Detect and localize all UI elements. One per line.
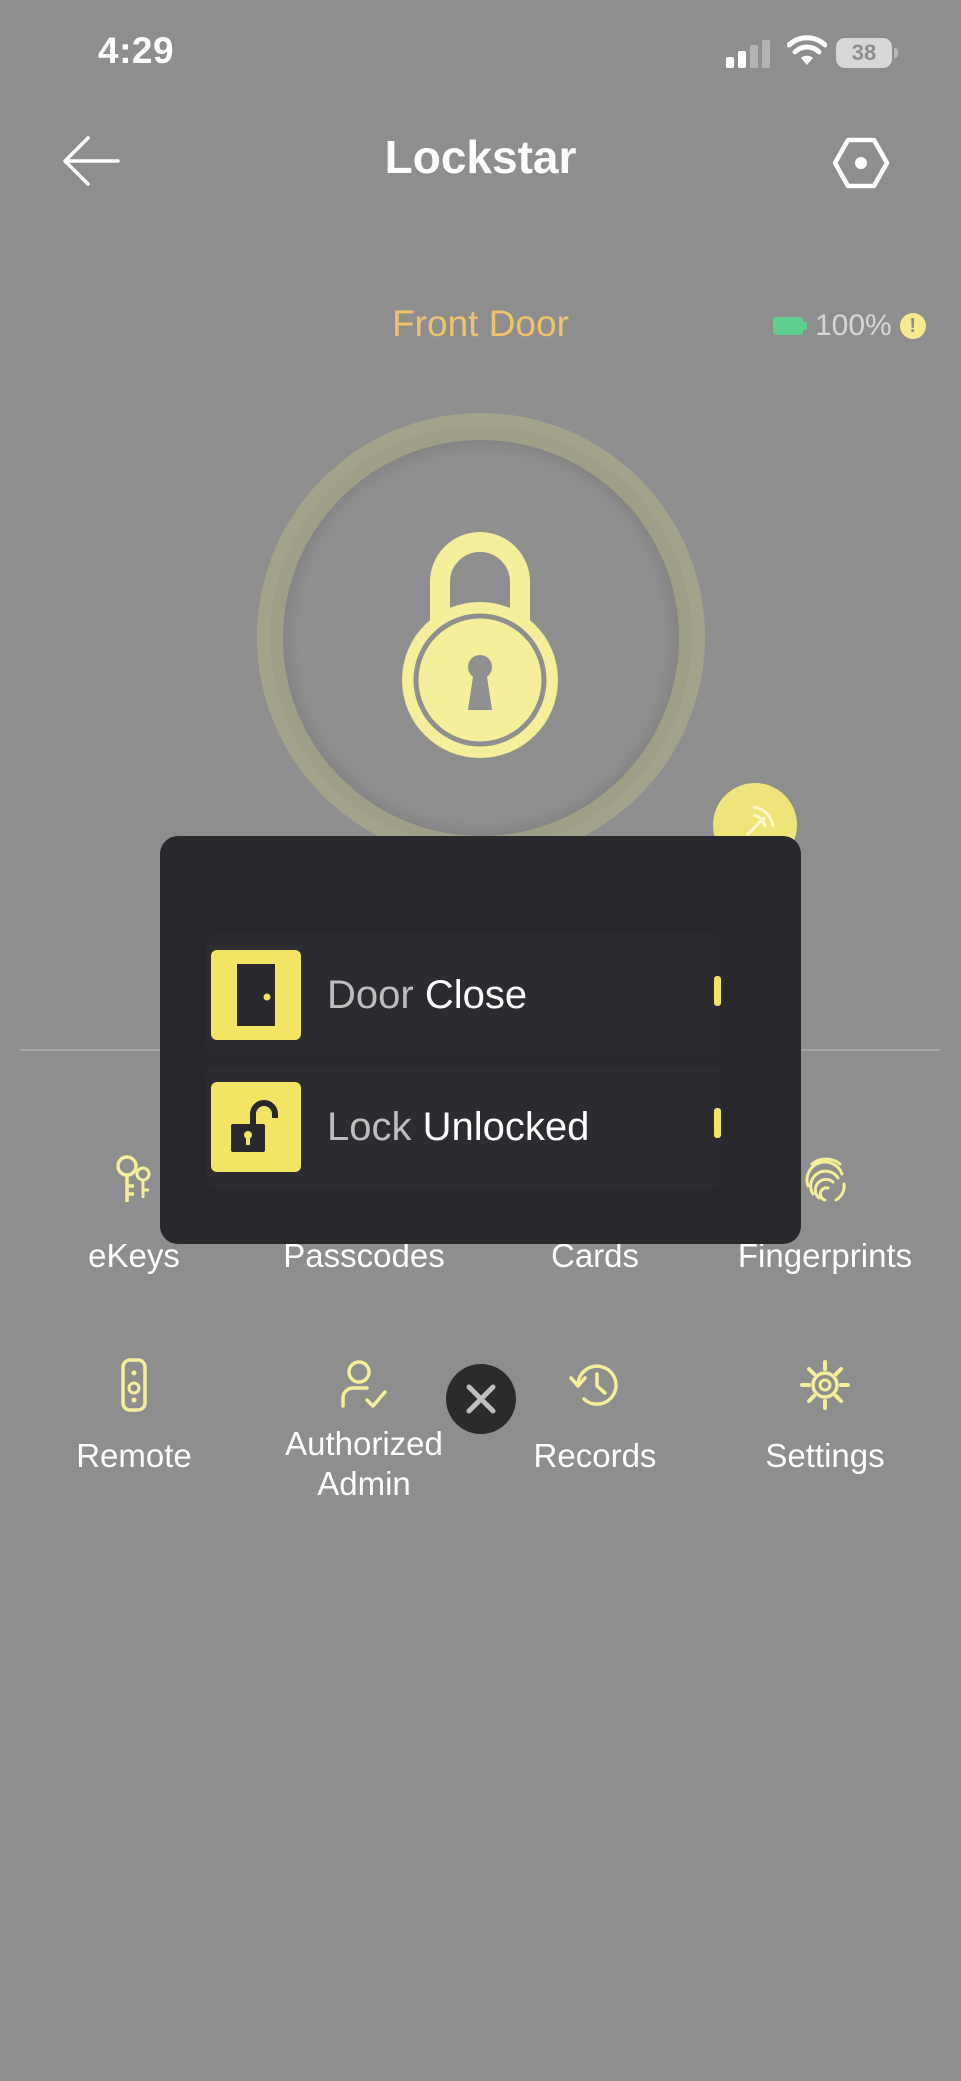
- battery-level: 38: [836, 38, 892, 68]
- menu-remote[interactable]: Remote: [34, 1358, 234, 1476]
- gear-icon: [800, 1360, 850, 1410]
- keys-icon: [116, 1155, 151, 1202]
- lock-status-label: Lock: [327, 1105, 412, 1149]
- status-popup: Door Close Lock Unlocked: [160, 836, 801, 1244]
- close-button[interactable]: [446, 1364, 516, 1434]
- door-status-row: Door Close: [206, 934, 721, 1056]
- admin-icon: [341, 1360, 387, 1408]
- padlock-icon: [402, 532, 558, 758]
- hex-settings-icon[interactable]: [832, 134, 890, 192]
- signal-icon: [726, 40, 772, 68]
- lock-battery-status: 100% !: [773, 306, 926, 346]
- lock-status-value: Unlocked: [422, 1105, 590, 1149]
- door-icon: [211, 950, 301, 1040]
- door-status-label: Door: [327, 973, 414, 1017]
- lock-status-row: Lock Unlocked: [206, 1066, 721, 1188]
- door-status-indicator: [714, 976, 721, 1006]
- page-title: Lockstar: [384, 131, 577, 183]
- menu-settings-label: Settings: [765, 1437, 885, 1474]
- lock-status-indicator: [714, 1108, 721, 1138]
- lock-status-text: Lock Unlocked: [327, 1104, 589, 1150]
- battery-indicator: 38: [836, 38, 898, 68]
- close-icon: [466, 1384, 496, 1414]
- lock-battery-percent: 100%: [815, 309, 892, 342]
- history-icon: [569, 1364, 618, 1406]
- fingerprint-icon: [805, 1157, 846, 1202]
- menu-authorized-admin[interactable]: Authorized Admin: [264, 1358, 464, 1504]
- door-status-text: Door Close: [327, 972, 527, 1018]
- menu-authorized-admin-label: Authorized Admin: [285, 1425, 443, 1502]
- unlocked-icon: [211, 1082, 301, 1172]
- menu-settings[interactable]: Settings: [725, 1358, 925, 1476]
- lock-battery-icon: [773, 317, 807, 335]
- warning-icon[interactable]: !: [899, 313, 926, 339]
- wifi-icon: [787, 35, 827, 65]
- menu-records-label: Records: [533, 1437, 657, 1474]
- door-status-value: Close: [424, 973, 528, 1017]
- menu-remote-label: Remote: [76, 1437, 192, 1474]
- remote-icon: [121, 1358, 147, 1412]
- menu-records[interactable]: Records: [495, 1358, 695, 1476]
- status-time: 4:29: [98, 30, 175, 71]
